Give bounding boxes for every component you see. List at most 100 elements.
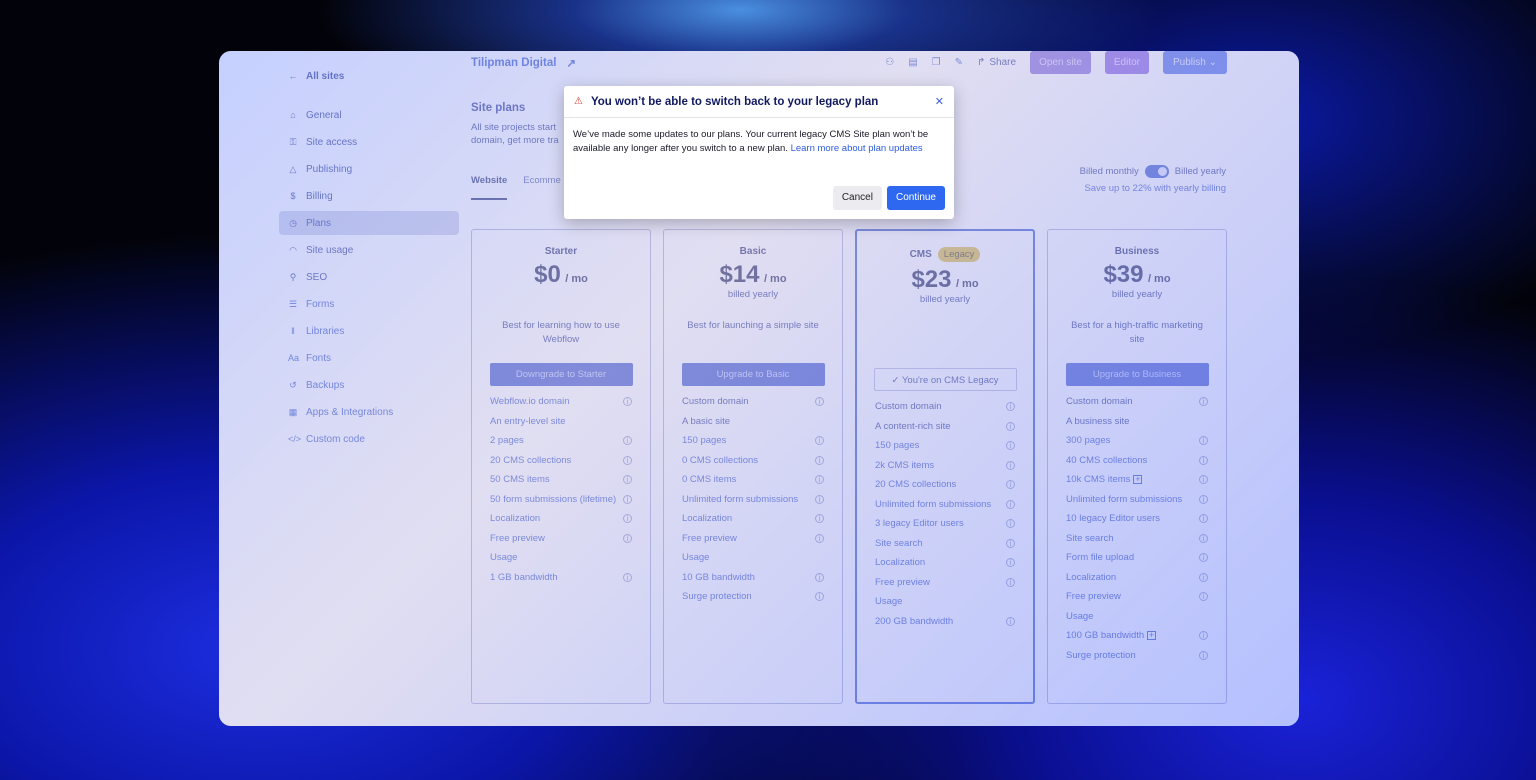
sidebar-item-forms[interactable]: ☰ Forms	[279, 292, 459, 316]
info-icon[interactable]: i	[1006, 577, 1015, 587]
info-icon[interactable]: i	[815, 436, 824, 445]
feature-text: Custom domain	[682, 396, 749, 416]
plus-icon[interactable]: +	[1133, 475, 1143, 484]
sidebar-item-libraries[interactable]: ‖ Libraries	[279, 319, 459, 343]
feature-label: 150 pages	[682, 435, 727, 446]
info-icon[interactable]: i	[1199, 553, 1208, 562]
billed-note: billed yearly	[1111, 289, 1163, 300]
info-icon[interactable]: i	[1006, 519, 1015, 528]
info-icon[interactable]: i	[623, 436, 632, 445]
feature-item: An entry-level site	[490, 416, 632, 436]
feature-item: 50 CMS items i	[490, 474, 632, 494]
archive-icon[interactable]: ▤	[908, 57, 917, 68]
info-icon[interactable]: i	[623, 397, 632, 406]
share-button[interactable]: ↱ Share	[977, 57, 1016, 68]
close-icon[interactable]: ✕	[935, 95, 944, 108]
info-icon[interactable]: i	[1199, 397, 1208, 406]
paint-icon[interactable]: ✎	[955, 57, 963, 68]
tab-ecommerce[interactable]: Ecomme	[523, 175, 560, 200]
publish-button[interactable]: Publish ⌄	[1163, 51, 1227, 74]
info-icon[interactable]: i	[623, 475, 632, 484]
feature-item: Usage	[490, 552, 632, 572]
back-to-all-sites[interactable]: ← All sites	[288, 69, 459, 83]
sidebar-item-label: Plans	[306, 217, 332, 229]
info-icon[interactable]: i	[815, 494, 824, 504]
info-icon[interactable]: i	[815, 572, 824, 582]
sidebar-item-seo[interactable]: ⚲ SEO	[279, 265, 459, 289]
plan-card-starter: Starter $0 / mo Best for learning how to u…	[471, 229, 651, 704]
info-icon[interactable]: i	[1199, 631, 1208, 640]
info-icon[interactable]: i	[623, 494, 632, 504]
cancel-button[interactable]: Cancel	[832, 186, 882, 210]
feature-text: 2 pages	[490, 435, 524, 455]
yearly-savings-link[interactable]: Save up to 22% with yearly billing	[1080, 183, 1226, 194]
sidebar-item-publishing[interactable]: △ Publishing	[279, 157, 459, 181]
sidebar-item-site-usage[interactable]: ◠ Site usage	[279, 238, 459, 262]
info-icon[interactable]: i	[1199, 475, 1208, 484]
plan-title: Starter	[544, 246, 578, 257]
plan-action-button[interactable]: Upgrade to Basic	[681, 363, 825, 386]
plan-action-button[interactable]: Upgrade to Business	[1065, 363, 1209, 386]
info-icon[interactable]: i	[815, 592, 824, 601]
feature-text: 3 legacy Editor users	[875, 518, 964, 538]
feature-text: Free preview	[875, 577, 930, 597]
info-icon[interactable]: i	[1199, 494, 1208, 504]
info-icon[interactable]: i	[1006, 558, 1015, 567]
feature-label: 150 pages	[875, 440, 920, 451]
info-icon[interactable]: i	[623, 572, 632, 582]
info-icon[interactable]: i	[1006, 421, 1015, 431]
sidebar-item-custom-code[interactable]: </> Custom code	[279, 427, 459, 451]
info-icon[interactable]: i	[623, 455, 632, 465]
info-icon[interactable]: i	[1006, 441, 1015, 450]
sidebar-item-general[interactable]: ⌂ General	[279, 103, 459, 127]
info-icon[interactable]: i	[815, 514, 824, 523]
info-icon[interactable]: i	[623, 533, 632, 543]
feature-item: 2k CMS items i	[875, 460, 1015, 480]
info-icon[interactable]: i	[1199, 592, 1208, 601]
info-icon[interactable]: i	[815, 397, 824, 406]
site-name-link[interactable]: Tilipman Digital ↗	[471, 56, 576, 70]
sidebar-item-apps[interactable]: ▦ Apps & Integrations	[279, 400, 459, 424]
feature-label: 0 CMS items	[682, 474, 737, 485]
billing-toggle[interactable]	[1144, 165, 1169, 178]
info-icon[interactable]: i	[1006, 499, 1015, 509]
info-icon[interactable]: i	[815, 455, 824, 465]
info-icon[interactable]: i	[1199, 533, 1208, 543]
open-site-button[interactable]: Open site	[1030, 51, 1091, 74]
users-icon[interactable]: ⚇	[885, 57, 894, 68]
feature-label: 50 CMS items	[490, 474, 550, 485]
feature-text: 40 CMS collections	[1066, 455, 1147, 475]
info-icon[interactable]: i	[1006, 480, 1015, 489]
continue-button[interactable]: Continue	[886, 186, 945, 210]
billed-yearly-label: Billed yearly	[1174, 166, 1226, 177]
plus-icon[interactable]: +	[1147, 631, 1157, 640]
duplicate-icon[interactable]: ❐	[932, 57, 941, 68]
info-icon[interactable]: i	[815, 475, 824, 484]
info-icon[interactable]: i	[1199, 514, 1208, 523]
plan-title: Basic	[739, 246, 767, 257]
feature-item: 150 pages i	[682, 435, 824, 455]
learn-more-link[interactable]: Learn more about plan updates	[791, 143, 923, 154]
sidebar-item-plans[interactable]: ◷ Plans	[279, 211, 459, 235]
sidebar-item-label: SEO	[306, 271, 328, 283]
plan-action-button[interactable]: Downgrade to Starter	[489, 363, 633, 386]
info-icon[interactable]: i	[623, 514, 632, 523]
info-icon[interactable]: i	[1006, 460, 1015, 470]
info-icon[interactable]: i	[1199, 455, 1208, 465]
sidebar-item-billing[interactable]: $ Billing	[279, 184, 459, 208]
info-icon[interactable]: i	[1006, 538, 1015, 548]
info-icon[interactable]: i	[815, 533, 824, 543]
info-icon[interactable]: i	[1006, 616, 1015, 626]
info-icon[interactable]: i	[1199, 572, 1208, 582]
editor-button[interactable]: Editor	[1104, 51, 1150, 74]
info-icon[interactable]: i	[1006, 402, 1015, 411]
feature-item: Surge protection i	[1066, 650, 1208, 670]
sidebar-item-label: General	[306, 109, 342, 121]
sidebar-item-backups[interactable]: ↺ Backups	[279, 373, 459, 397]
sidebar-item-fonts[interactable]: Aa Fonts	[279, 346, 459, 370]
tab-website[interactable]: Website	[471, 175, 508, 200]
info-icon[interactable]: i	[1199, 436, 1208, 445]
sidebar-item-site-access[interactable]: ⚿ Site access	[279, 130, 459, 154]
plan-name: CMS Legacy	[857, 247, 1033, 262]
info-icon[interactable]: i	[1199, 650, 1208, 660]
